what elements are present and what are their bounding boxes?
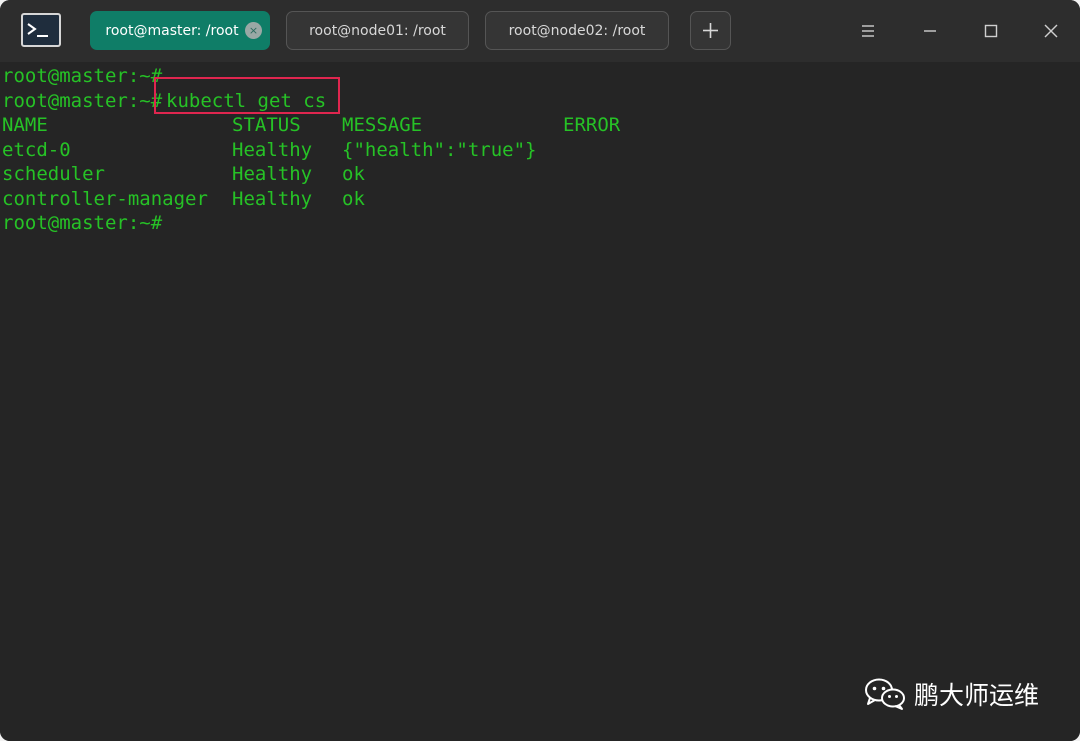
header-message: MESSAGE (342, 114, 423, 136)
prompt: root@master:~# (2, 90, 163, 112)
watermark: 鹏大师运维 (864, 676, 1039, 712)
wechat-icon (865, 678, 905, 710)
command-highlight-box (154, 77, 340, 114)
terminal-line: root@master:~# (2, 65, 163, 87)
cell-message: ok (342, 188, 365, 210)
tab-label: root@node02: /root (508, 22, 646, 39)
table-row: scheduler Healthy ok (2, 162, 702, 186)
new-tab-button[interactable] (690, 11, 731, 50)
title-bar: root@master: /root × root@node01: /root … (0, 0, 1080, 62)
tab-close-icon[interactable]: × (245, 22, 262, 39)
table-row: controller-manager Healthy ok (2, 187, 702, 211)
minimize-icon (924, 30, 936, 32)
header-status: STATUS (232, 114, 301, 136)
close-window-button[interactable] (1037, 17, 1065, 45)
terminal-output[interactable]: root@master:~# root@master:~# kubectl ge… (0, 62, 1080, 741)
watermark-text: 鹏大师运维 (914, 681, 1040, 710)
tab-root-node02[interactable]: root@node02: /root (485, 11, 669, 50)
cell-status: Healthy (232, 139, 313, 161)
cell-status: Healthy (232, 163, 313, 185)
cell-status: Healthy (232, 188, 313, 210)
cell-name: etcd-0 (2, 139, 71, 161)
tab-root-node01[interactable]: root@node01: /root (286, 11, 469, 50)
tab-root-master[interactable]: root@master: /root × (90, 11, 270, 50)
hamburger-menu-icon (862, 25, 874, 37)
tab-label: root@master: /root (105, 22, 239, 39)
close-icon (1044, 24, 1058, 38)
tab-label: root@node01: /root (309, 22, 446, 39)
table-header-row: NAME STATUS MESSAGE ERROR (2, 113, 702, 137)
table-row: etcd-0 Healthy {"health":"true"} (2, 138, 702, 162)
header-error: ERROR (563, 114, 621, 136)
cell-message: {"health":"true"} (342, 139, 537, 161)
terminal-window: root@master: /root × root@node01: /root … (0, 0, 1080, 741)
maximize-icon (984, 24, 998, 38)
cell-name: scheduler (2, 163, 105, 185)
cell-name: controller-manager (2, 188, 208, 210)
minimize-button[interactable] (916, 17, 944, 45)
plus-icon (703, 23, 718, 38)
header-name: NAME (2, 114, 48, 136)
maximize-button[interactable] (977, 17, 1005, 45)
terminal-app-icon[interactable] (21, 13, 61, 47)
cell-message: ok (342, 163, 365, 185)
menu-button[interactable] (854, 17, 882, 45)
terminal-line: root@master:~# (2, 212, 163, 234)
